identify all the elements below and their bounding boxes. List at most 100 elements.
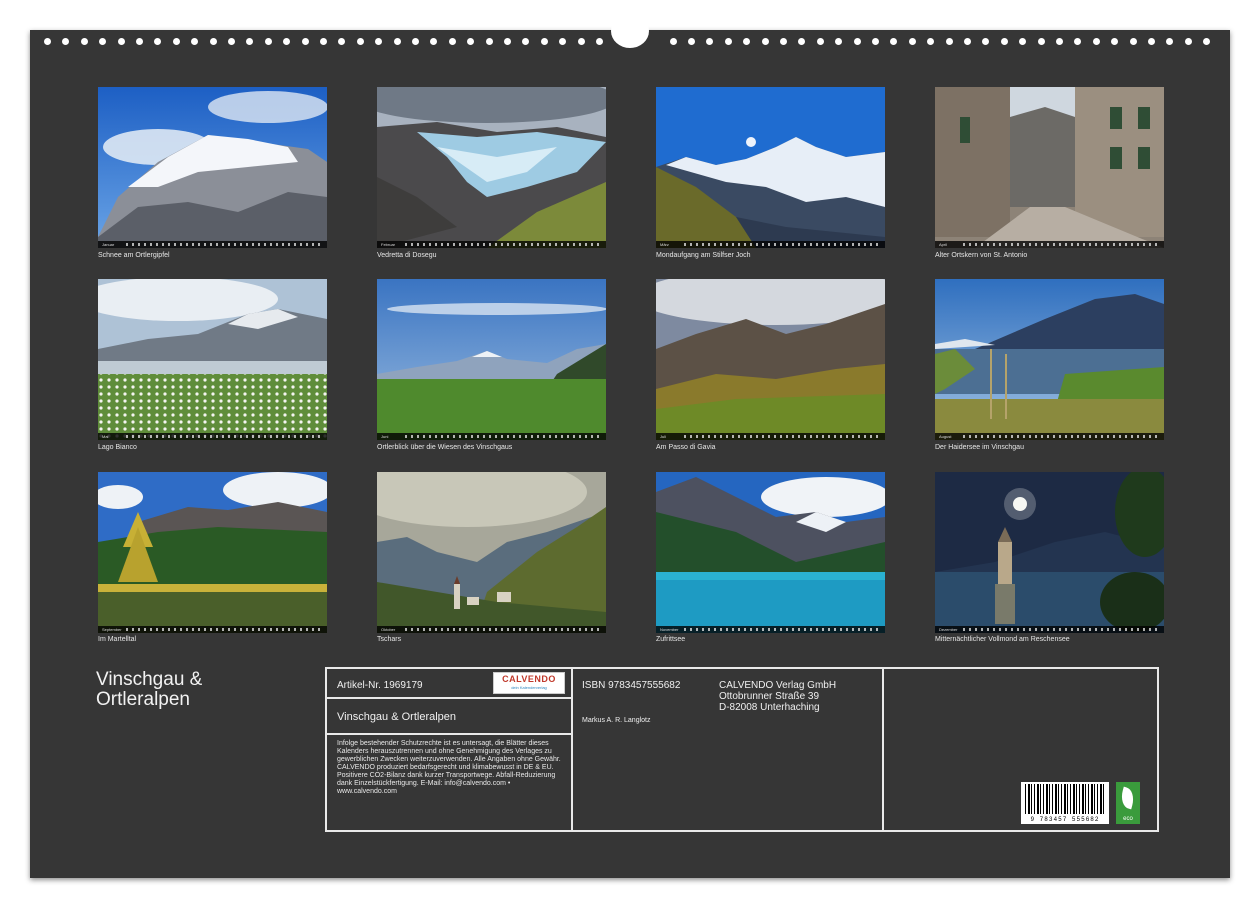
month-label: März [660,242,669,247]
binding-hole [670,38,677,45]
caption-june: Ortlerblick über die Wiesen des Vinschga… [377,444,513,451]
binding-hole [798,38,805,45]
eco-badge: eco [1116,782,1140,824]
binding-hole [486,38,493,45]
binding-hole [1001,38,1008,45]
barcode-number: 9 783457 555682 [1030,816,1100,823]
caption-february: Vedretta di Dosegu [377,252,437,259]
binding-hole [1038,38,1045,45]
binding-hole [504,38,511,45]
mountain-pass-photo [656,279,885,440]
caption-october: Tschars [377,636,402,643]
binding-hole [1111,38,1118,45]
binding-hole [81,38,88,45]
binding-hole [375,38,382,45]
binding-hole [394,38,401,45]
publisher-name: CALVENDO Verlag GmbH [719,680,837,691]
binding-hole [835,38,842,45]
binding-hole [228,38,235,45]
binding-hole [743,38,750,45]
binding-hole [210,38,217,45]
binding-hole [191,38,198,45]
binding-hole [246,38,253,45]
caption-december: Mitternächtlicher Vollmond am Reschensee [935,636,1070,643]
month-thumbnail-february: Februar [377,87,606,248]
binding-hole [706,38,713,45]
month-thumbnail-december: Dezember [935,472,1164,633]
binding-hole [320,38,327,45]
binding-hole [1019,38,1026,45]
alpine-summit-photo [98,87,327,248]
binding-hole [559,38,566,45]
month-label: April [939,242,948,247]
logo-text: CALVENDO [502,674,556,684]
divider [327,697,573,699]
binding-hole [449,38,456,45]
leaf-icon [1118,786,1137,810]
binding-hole [1148,38,1155,45]
binding-hole [118,38,125,45]
binding-hole [964,38,971,45]
divider [327,733,573,735]
month-label: Juni [381,434,389,439]
month-label: Mai [102,434,109,439]
larch-forest-photo [98,472,327,633]
caption-september: Im Martelltal [98,636,137,643]
month-thumbnail-november: November [656,472,885,633]
binding-hole [522,38,529,45]
binding-hole [283,38,290,45]
divider [571,669,573,830]
binding-hole [762,38,769,45]
binding-hole [1130,38,1137,45]
binding-hole [136,38,143,45]
binding-hole [62,38,69,45]
month-thumbnail-january: Januar [98,87,327,248]
binding-hole [725,38,732,45]
moonrise-photo [656,87,885,248]
caption-august: Der Haidersee im Vinschgau [935,444,1024,451]
publisher-address: CALVENDO Verlag GmbH Ottobrunner Straße … [719,680,836,713]
binding-hole [44,38,51,45]
month-label: September [102,627,122,632]
hanger-cutout [611,14,649,48]
binding-hole [99,38,106,45]
month-label: August [939,434,952,439]
legal-notice: Infolge bestehender Schutzrechte ist es … [337,740,561,795]
caption-july: Am Passo di Gavia [656,444,716,451]
calendar-back-sheet: Januar Schnee am Ortlergipfel Februar Ve… [30,14,1230,878]
barcode-bars [1025,784,1105,814]
publisher-info-box: Artikel-Nr. 1969179 CALVENDO dein Kalend… [325,667,1159,832]
logo-subtitle: dein Kalenderverlag [511,685,547,690]
binding-hole [688,38,695,45]
calvendo-logo: CALVENDO dein Kalenderverlag [493,672,565,694]
binding-hole [817,38,824,45]
calendar-title: Vinschgau & Ortleralpen [96,670,202,710]
month-thumbnail-march: März [656,87,885,248]
month-thumbnail-september: September [98,472,327,633]
caption-may: Lago Bianco [98,444,137,451]
caption-march: Mondaufgang am Stilfser Joch [656,252,751,259]
binding-hole [1203,38,1210,45]
binding-hole [1185,38,1192,45]
village-valley-photo [377,472,606,633]
article-number: Artikel-Nr. 1969179 [337,680,423,691]
binding-hole [927,38,934,45]
binding-hole [338,38,345,45]
caption-april: Alter Ortskern von St. Antonio [935,252,1028,259]
binding-hole [780,38,787,45]
isbn: ISBN 9783457555682 [582,680,681,691]
month-thumbnail-june: Juni [377,279,606,440]
binding-hole [265,38,272,45]
village-street-photo [935,87,1164,248]
binding-hole [1093,38,1100,45]
binding-hole [302,38,309,45]
caption-november: Zufrittsee [656,636,686,643]
cotton-grass-lake-photo [98,279,327,440]
binding-hole [154,38,161,45]
title-line-1: Vinschgau & [96,669,203,690]
month-thumbnail-october: Oktober [377,472,606,633]
author: Markus A. R. Langlotz [582,717,651,724]
title-line-2: Ortleralpen [96,689,190,710]
binding-hole [1074,38,1081,45]
eco-label: eco [1123,816,1133,822]
